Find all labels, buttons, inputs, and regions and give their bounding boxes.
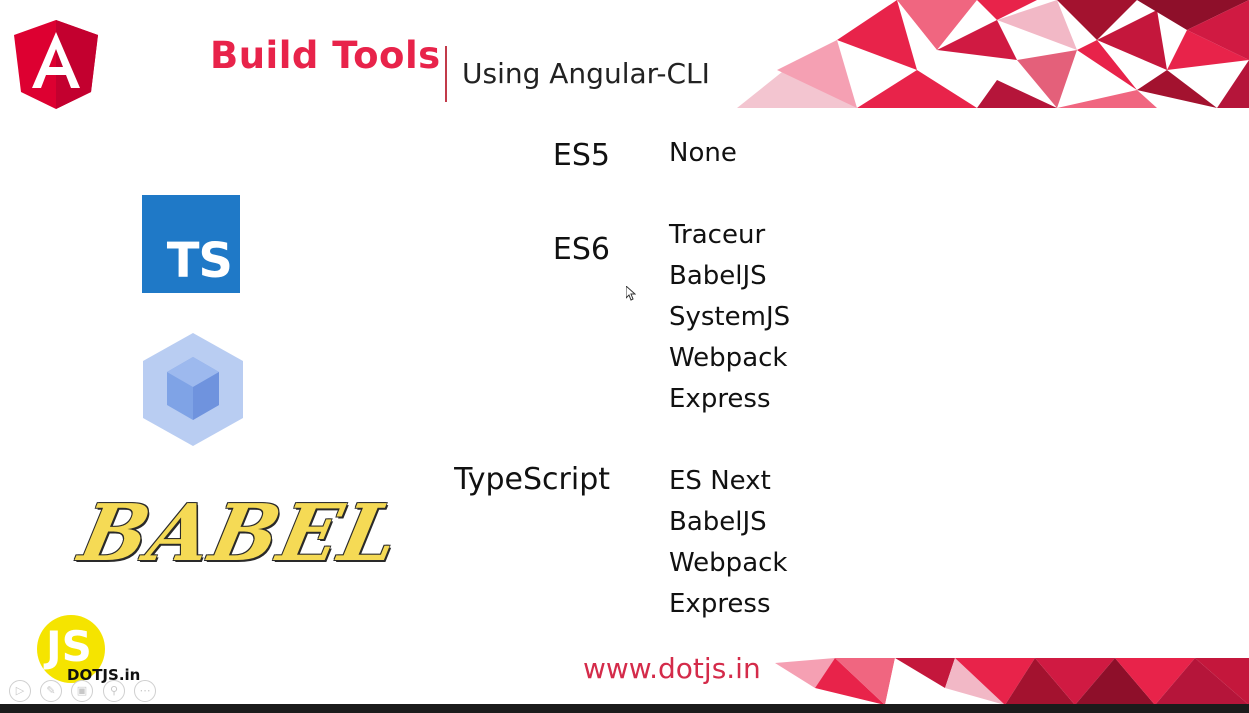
tool-item: Express: [669, 384, 771, 414]
bottom-bar: [0, 704, 1249, 713]
more-icon[interactable]: ⋯: [134, 680, 156, 702]
slides-icon[interactable]: ▣: [71, 680, 93, 702]
tool-item: Traceur: [669, 220, 766, 250]
pen-icon[interactable]: ✎: [40, 680, 62, 702]
tool-item: Webpack: [669, 548, 788, 578]
lang-typescript: TypeScript: [454, 462, 610, 497]
tool-item: BabelJS: [669, 261, 767, 291]
title-divider: [445, 46, 447, 102]
zoom-icon[interactable]: ⚲: [103, 680, 125, 702]
slide-title: Build Tools: [210, 34, 441, 77]
babel-logo-icon: BABEL: [70, 488, 408, 593]
dotjs-logo-mark: JS: [46, 622, 92, 671]
typescript-logo-icon: TS: [142, 195, 240, 293]
tool-item: Express: [669, 589, 771, 619]
babel-logo-text: BABEL: [72, 488, 409, 579]
play-icon[interactable]: ▷: [9, 680, 31, 702]
mouse-cursor-icon: [626, 286, 636, 301]
lang-es5: ES5: [552, 138, 610, 173]
footer-decoration: [775, 658, 1249, 705]
tool-item: BabelJS: [669, 507, 767, 537]
header-decoration: [737, 0, 1249, 108]
tool-item: Webpack: [669, 343, 788, 373]
lang-es6: ES6: [552, 232, 610, 267]
typescript-logo-text: TS: [166, 233, 233, 289]
slide-subtitle: Using Angular-CLI: [462, 57, 710, 90]
tool-item: None: [669, 138, 737, 168]
webpack-logo-icon: [143, 333, 243, 446]
website-url: www.dotjs.in: [583, 652, 761, 685]
tool-item: SystemJS: [669, 302, 791, 332]
tool-item: ES Next: [669, 466, 771, 496]
angular-logo-icon: [14, 20, 98, 109]
